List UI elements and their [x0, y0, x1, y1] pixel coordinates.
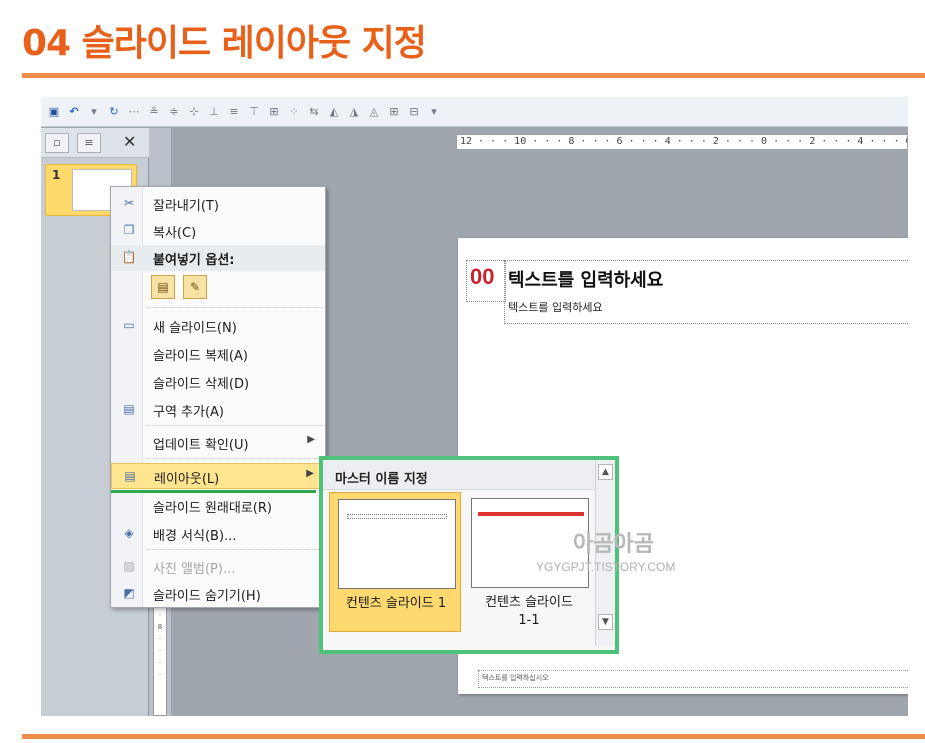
footer-placeholder: 텍스트를 입력하십시오 [482, 674, 549, 682]
menu-separator [147, 425, 323, 426]
footer-rule [22, 734, 925, 739]
menu-item-hide-slide[interactable]: ◩ 슬라이드 숨기기(H) [111, 581, 325, 607]
photo-album-icon: ▨ [123, 559, 135, 573]
menu-item-reset-slide[interactable]: 슬라이드 원래대로(R) [111, 493, 325, 519]
menu-item-copy[interactable]: ❐ 복사(C) [111, 218, 325, 244]
layout-label: 컨텐츠 슬라이드 1-1 [485, 595, 573, 628]
quick-access-toolbar: ▣ ↶ ▾ ↻ ⋯ ≗ ≑ ⊹ ⊥ ≡ ⊤ ⊞ ⁘ ⇆ ◭ ◮ ◬ ⊞ ⊟ ▾ [41, 97, 908, 127]
menu-item-new-slide[interactable]: ▭ 새 슬라이드(N) [111, 313, 325, 339]
menu-item-duplicate-slide[interactable]: 슬라이드 복제(A) [111, 341, 325, 367]
layout-thumbnail [471, 498, 589, 588]
arrange-icon[interactable]: ⁘ [287, 105, 301, 118]
title-placeholder-line [347, 514, 447, 519]
undo-icon[interactable]: ↶ [67, 105, 81, 118]
pane-tabs: ▫ ≡ ✕ [41, 128, 149, 158]
new-slide-icon: ▭ [123, 318, 135, 332]
submenu-arrow-icon: ▶ [306, 468, 314, 479]
hide-slide-icon: ◩ [123, 586, 135, 600]
menu-item-paste-options: 📋 붙여넣기 옵션: [111, 245, 325, 271]
distribute-icon[interactable]: ⊹ [187, 105, 201, 118]
align-left-icon[interactable]: ⋯ [127, 105, 141, 118]
menu-item-layout[interactable]: ▤ 레이아웃(L) ▶ [111, 463, 325, 489]
scissors-icon: ✂ [123, 196, 135, 210]
menu-item-delete-slide[interactable]: 슬라이드 삭제(D) [111, 369, 325, 395]
title-placeholder: 텍스트를 입력하세요 [508, 270, 664, 291]
paint-bucket-icon: ◈ [124, 526, 134, 540]
grid-icon[interactable]: ⊟ [407, 105, 421, 118]
menu-separator [147, 307, 323, 308]
menu-item-photo-album: ▨ 사진 앨범(P)... [111, 554, 325, 580]
layout-icon: ▤ [124, 469, 136, 483]
slide-number-placeholder: 00 [470, 264, 495, 289]
context-menu: ✂ 잘라내기(T) ❐ 복사(C) 📋 붙여넣기 옵션: ▤ ✎ ▭ 새 슬라이… [110, 186, 326, 608]
menu-item-format-background[interactable]: ◈ 배경 서식(B)... [111, 521, 325, 547]
layout-tile-content-slide-1[interactable]: 컨텐츠 슬라이드 1 [329, 492, 461, 632]
customize-qat-icon[interactable]: ▾ [427, 105, 441, 118]
page-heading: 04 슬라이드 레이아웃 지정 [22, 23, 427, 64]
rotate-icon[interactable]: ⇆ [307, 105, 321, 118]
table-icon[interactable]: ⊞ [387, 105, 401, 118]
section-icon: ▤ [123, 402, 135, 416]
copy-icon: ❐ [123, 223, 135, 237]
slide-number: 1 [52, 168, 61, 182]
scroll-down-icon[interactable]: ▼ [598, 614, 613, 630]
align-top-icon[interactable]: ⊤ [247, 105, 261, 118]
align-bottom-icon[interactable]: ⊥ [207, 105, 221, 118]
subtitle-placeholder: 텍스트를 입력하세요 [508, 301, 603, 314]
menu-separator [147, 458, 323, 459]
heading-rule [22, 73, 925, 78]
paste-keep-source-format-icon[interactable]: ✎ [183, 275, 207, 299]
align-right-icon[interactable]: ≑ [167, 105, 181, 118]
bring-front-icon[interactable]: ◬ [367, 105, 381, 118]
title-bar-accent [478, 512, 584, 516]
clipboard-icon: 📋 [121, 250, 137, 264]
menu-item-add-section[interactable]: ▤ 구역 추가(A) [111, 397, 325, 423]
close-icon[interactable]: ✕ [123, 132, 136, 151]
menu-item-check-updates[interactable]: 업데이트 확인(U) ▶ [111, 430, 325, 456]
align-middle-icon[interactable]: ≡ [227, 105, 241, 118]
send-back-icon[interactable]: ◮ [347, 105, 361, 118]
align-center-icon[interactable]: ≗ [147, 105, 161, 118]
layout-thumbnail [338, 499, 456, 589]
watermark-url: YGYGPJT.TISTORY.COM [536, 560, 676, 574]
outline-tab[interactable]: ≡ [77, 133, 101, 153]
submenu-arrow-icon: ▶ [307, 434, 315, 445]
shape-icon[interactable]: ◭ [327, 105, 341, 118]
redo-icon[interactable]: ↻ [107, 105, 121, 118]
gallery-header: 마스터 이름 지정 [323, 460, 595, 490]
horizontal-ruler: 12 · · · 10 · · · 8 · · · 6 · · · 4 · · … [456, 134, 908, 150]
save-icon[interactable]: ▣ [47, 105, 61, 118]
group-icon[interactable]: ⊞ [267, 105, 281, 118]
paste-use-destination-theme-icon[interactable]: ▤ [151, 275, 175, 299]
paste-options-row: ▤ ✎ [151, 275, 207, 299]
scroll-up-icon[interactable]: ▲ [598, 464, 613, 480]
vertical-ruler-strip: ··8···· [153, 596, 167, 716]
menu-separator [147, 549, 323, 550]
undo-dropdown-icon[interactable]: ▾ [87, 105, 101, 118]
watermark-title: 아곰아곰 [573, 532, 654, 557]
layout-label: 컨텐츠 슬라이드 1 [345, 596, 447, 611]
slides-tab[interactable]: ▫ [45, 133, 69, 153]
menu-item-cut[interactable]: ✂ 잘라내기(T) [111, 191, 325, 217]
